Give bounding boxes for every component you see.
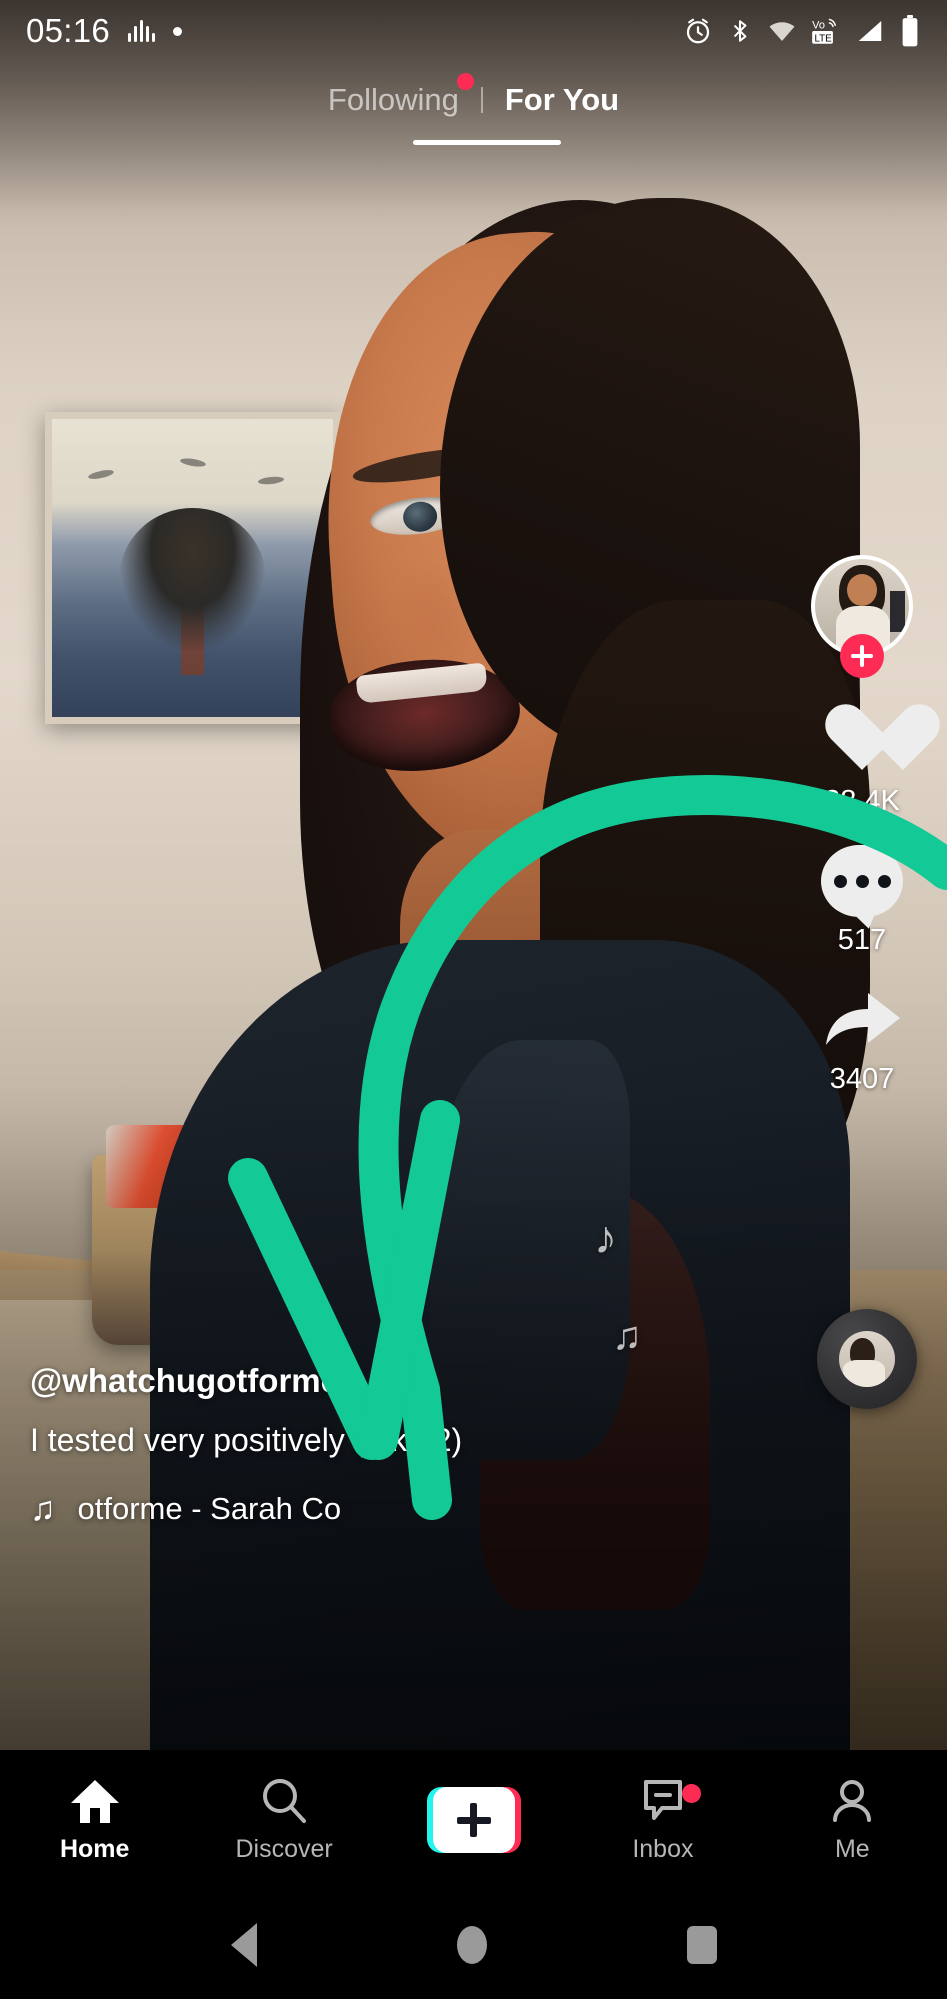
profile-icon[interactable] bbox=[824, 1776, 880, 1826]
wall-artwork bbox=[45, 412, 340, 724]
alarm-icon bbox=[683, 16, 713, 46]
feed-tabs: Following For You bbox=[0, 82, 947, 118]
bottom-navigation: Home Discover Inb bbox=[0, 1750, 947, 1890]
create-plus-icon[interactable] bbox=[427, 1787, 521, 1853]
svg-text:Vo: Vo bbox=[812, 20, 825, 32]
inbox-icon[interactable] bbox=[635, 1776, 691, 1826]
nav-item-me[interactable]: Me bbox=[758, 1776, 947, 1864]
like-count: 28.4K bbox=[824, 785, 900, 818]
bluetooth-icon bbox=[727, 16, 753, 46]
tab-following[interactable]: Following bbox=[328, 82, 459, 118]
nav-item-home[interactable]: Home bbox=[0, 1776, 189, 1864]
assistant-icon bbox=[128, 20, 155, 42]
share-count: 3407 bbox=[830, 1063, 895, 1096]
system-home-button[interactable] bbox=[457, 1926, 487, 1964]
svg-text:LTE: LTE bbox=[814, 33, 832, 44]
share-action[interactable]: 3407 bbox=[818, 979, 906, 1096]
music-title: otforme - Sarah Co bbox=[78, 1491, 342, 1527]
status-clock: 05:16 bbox=[26, 12, 110, 50]
recording-dot-icon bbox=[173, 27, 182, 36]
comment-icon[interactable] bbox=[818, 840, 906, 922]
home-icon[interactable] bbox=[67, 1776, 123, 1826]
caption-description: I tested very positively (take 2) bbox=[30, 1422, 670, 1459]
nav-label-inbox: Inbox bbox=[632, 1835, 693, 1864]
action-rail: 28.4K 517 3407 bbox=[797, 555, 927, 1118]
tab-separator bbox=[481, 87, 483, 113]
phone-screen: 05:16 Vo LTE bbox=[0, 0, 947, 1999]
nav-label-me: Me bbox=[835, 1835, 870, 1864]
battery-icon bbox=[899, 15, 921, 47]
comment-action[interactable]: 517 bbox=[818, 840, 906, 957]
system-back-button[interactable] bbox=[231, 1923, 257, 1967]
search-icon[interactable] bbox=[256, 1776, 312, 1826]
volte-icon: Vo LTE bbox=[811, 16, 841, 46]
music-record-disc[interactable] bbox=[817, 1309, 917, 1409]
system-navigation-bar bbox=[0, 1890, 947, 1999]
floating-note-icon-2: ♫ bbox=[612, 1314, 642, 1359]
like-action[interactable]: 28.4K bbox=[818, 701, 906, 818]
floating-note-icon-1: ♪ bbox=[594, 1210, 617, 1264]
music-row[interactable]: ♫ otforme - Sarah Co bbox=[30, 1491, 670, 1527]
nav-item-inbox[interactable]: Inbox bbox=[568, 1776, 757, 1864]
tab-following-badge bbox=[457, 73, 474, 90]
music-note-icon: ♫ bbox=[30, 1492, 56, 1526]
tab-for-you[interactable]: For You bbox=[505, 82, 619, 118]
follow-button[interactable] bbox=[840, 634, 884, 678]
share-icon[interactable] bbox=[818, 979, 906, 1061]
creator-avatar-wrap[interactable] bbox=[811, 555, 913, 657]
heart-icon[interactable] bbox=[818, 701, 906, 783]
nav-item-discover[interactable]: Discover bbox=[189, 1776, 378, 1864]
wifi-icon bbox=[767, 16, 797, 46]
tab-active-underline bbox=[413, 140, 561, 145]
creator-handle[interactable]: @whatchugotforme bbox=[30, 1362, 670, 1400]
status-bar: 05:16 Vo LTE bbox=[0, 0, 947, 62]
system-recents-button[interactable] bbox=[687, 1926, 717, 1964]
inbox-badge bbox=[682, 1784, 701, 1803]
nav-label-home: Home bbox=[60, 1835, 129, 1864]
tab-following-label: Following bbox=[328, 82, 459, 117]
nav-item-create[interactable] bbox=[379, 1787, 568, 1853]
video-caption: @whatchugotforme I tested very positivel… bbox=[30, 1362, 670, 1527]
nav-label-discover: Discover bbox=[235, 1835, 332, 1864]
signal-icon bbox=[855, 16, 885, 46]
tab-for-you-label: For You bbox=[505, 82, 619, 117]
